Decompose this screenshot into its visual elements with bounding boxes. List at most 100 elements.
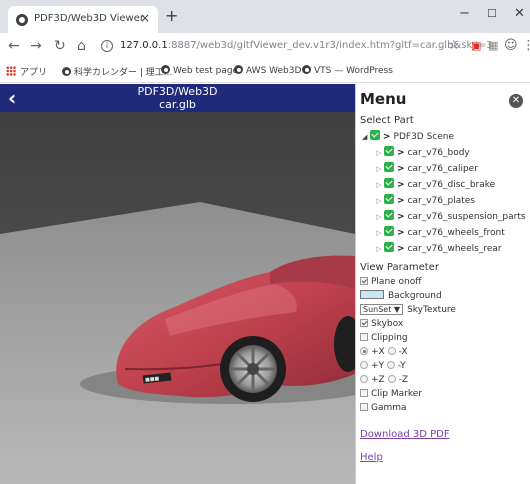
chevron-right-icon: > xyxy=(397,212,405,222)
bookmark-item[interactable]: AWS Web3D xyxy=(234,65,301,76)
part-checkbox[interactable] xyxy=(384,242,394,252)
radio-minus-z[interactable] xyxy=(387,375,396,383)
chevron-right-icon: > xyxy=(397,164,405,174)
part-label: car_v76_caliper xyxy=(407,164,478,174)
clip-marker-option[interactable]: Clip Marker xyxy=(360,389,422,400)
part-checkbox[interactable] xyxy=(384,194,394,204)
tree-root[interactable]: ◢ > PDF3D Scene xyxy=(362,130,454,142)
bookmark-item[interactable]: 科学カレンダー | 理工... xyxy=(62,65,172,78)
extension-pocket-icon[interactable]: ▣ xyxy=(471,39,481,53)
browser-tab[interactable]: PDF3D/Web3D Viewer × xyxy=(8,6,158,33)
back-arrow-icon[interactable]: ← xyxy=(8,39,20,53)
bookmark-label: 科学カレンダー | 理工... xyxy=(74,68,173,78)
part-checkbox[interactable] xyxy=(370,130,380,140)
address-bar[interactable]: 127.0.0.1:8887/web3d/gltfViewer_dev.v1r3… xyxy=(120,40,493,51)
plane-onoff-option[interactable]: Plane onoff xyxy=(360,277,421,288)
sky-select-value: SunSet xyxy=(363,305,392,314)
collapse-triangle-icon[interactable]: ▷ xyxy=(376,195,384,207)
dropdown-triangle-icon: ▼ xyxy=(393,305,401,314)
radio-minus-x[interactable] xyxy=(387,347,396,355)
minus-y-label: -Y xyxy=(397,361,406,371)
chevron-right-icon: > xyxy=(397,180,405,190)
collapse-triangle-icon[interactable]: ▷ xyxy=(376,227,384,239)
bookmark-star-icon[interactable]: ☆ xyxy=(448,39,460,53)
tree-item-part[interactable]: ▷ > car_v76_wheels_rear xyxy=(376,242,502,254)
skybox-label: Skybox xyxy=(371,319,404,329)
globe-icon xyxy=(234,65,243,74)
site-info-icon[interactable]: i xyxy=(101,40,113,52)
part-checkbox[interactable] xyxy=(384,226,394,236)
bookmark-item[interactable]: VTS — WordPress xyxy=(302,65,393,76)
tree-item-part[interactable]: ▷ > car_v76_disc_brake xyxy=(376,178,495,190)
part-label: car_v76_wheels_rear xyxy=(407,244,502,254)
sky-texture-select[interactable]: SunSet ▼ xyxy=(360,304,404,315)
clipping-checkbox[interactable] xyxy=(360,333,368,341)
sky-texture-option[interactable]: SunSet ▼ SkyTexture xyxy=(360,304,456,315)
url-host: 127.0.0.1 xyxy=(120,40,168,51)
menu-close-icon[interactable]: ✕ xyxy=(509,94,523,108)
clip-axis-x[interactable]: +X -X xyxy=(360,347,408,358)
radio-plus-z[interactable] xyxy=(360,375,368,383)
globe-icon xyxy=(302,65,311,74)
globe-icon xyxy=(161,65,170,74)
radio-minus-y[interactable] xyxy=(386,361,395,369)
tree-item-part[interactable]: ▷ > car_v76_body xyxy=(376,146,470,158)
header-title: PDF3D/Web3D xyxy=(137,85,218,98)
collapse-triangle-icon[interactable]: ▷ xyxy=(376,211,384,223)
skybox-checkbox[interactable] xyxy=(360,319,368,327)
gamma-option[interactable]: Gamma xyxy=(360,403,407,414)
extension-icon[interactable]: ▦ xyxy=(488,39,498,53)
tree-root-label: PDF3D Scene xyxy=(393,132,455,142)
part-label: car_v76_wheels_front xyxy=(407,228,505,238)
background-label: Background xyxy=(388,291,442,301)
new-tab-button[interactable]: + xyxy=(165,8,178,24)
part-checkbox[interactable] xyxy=(384,210,394,220)
background-color-swatch[interactable] xyxy=(360,290,384,299)
close-window-button[interactable]: ✕ xyxy=(514,7,525,21)
tree-item-part[interactable]: ▷ > car_v76_wheels_front xyxy=(376,226,505,238)
forward-arrow-icon[interactable]: → xyxy=(30,39,42,53)
radio-plus-y[interactable] xyxy=(360,361,368,369)
clip-axis-y[interactable]: +Y -Y xyxy=(360,361,406,372)
minimize-button[interactable]: − xyxy=(459,7,470,21)
chevron-right-icon: > xyxy=(397,148,405,158)
collapse-triangle-icon[interactable]: ▷ xyxy=(376,243,384,255)
radio-plus-x[interactable] xyxy=(360,347,368,355)
background-option[interactable]: Background xyxy=(360,290,442,301)
help-link[interactable]: Help xyxy=(360,452,383,463)
collapse-triangle-icon[interactable]: ▷ xyxy=(376,179,384,191)
part-checkbox[interactable] xyxy=(384,146,394,156)
clip-marker-checkbox[interactable] xyxy=(360,389,368,397)
profile-avatar-icon[interactable]: ☺ xyxy=(504,39,518,53)
collapse-triangle-icon[interactable]: ▷ xyxy=(376,163,384,175)
clipping-label: Clipping xyxy=(371,333,408,343)
plus-x-label: +X xyxy=(371,347,385,357)
download-3d-pdf-link[interactable]: Download 3D PDF xyxy=(360,429,450,440)
home-icon[interactable]: ⌂ xyxy=(77,39,86,53)
gamma-checkbox[interactable] xyxy=(360,403,368,411)
tree-item-part[interactable]: ▷ > car_v76_plates xyxy=(376,194,475,206)
reload-icon[interactable]: ↻ xyxy=(54,39,66,53)
plane-checkbox[interactable] xyxy=(360,277,368,285)
chevron-right-icon: > xyxy=(397,196,405,206)
3d-viewport[interactable]: ■■■ xyxy=(0,84,355,484)
bookmark-label: Web test page. xyxy=(173,66,241,76)
expand-triangle-icon[interactable]: ◢ xyxy=(362,131,370,143)
clipping-option[interactable]: Clipping xyxy=(360,333,408,344)
bookmark-apps[interactable]: アプリ xyxy=(6,65,47,78)
kebab-menu-icon[interactable]: ⋮ xyxy=(522,39,530,53)
tab-favicon-icon xyxy=(16,14,28,26)
collapse-triangle-icon[interactable]: ▷ xyxy=(376,147,384,159)
plus-y-label: +Y xyxy=(371,361,385,371)
tree-item-part[interactable]: ▷ > car_v76_caliper xyxy=(376,162,478,174)
skybox-option[interactable]: Skybox xyxy=(360,319,403,330)
restore-button[interactable]: ☐ xyxy=(487,7,497,21)
part-checkbox[interactable] xyxy=(384,162,394,172)
menu-title: Menu xyxy=(360,90,407,108)
bookmark-item[interactable]: Web test page. xyxy=(161,65,241,76)
part-checkbox[interactable] xyxy=(384,178,394,188)
tree-item-part[interactable]: ▷ > car_v76_suspension_parts xyxy=(376,210,526,222)
clip-axis-z[interactable]: +Z -Z xyxy=(360,375,408,386)
bookmark-label: VTS — WordPress xyxy=(314,66,393,76)
tab-close-icon[interactable]: × xyxy=(140,11,150,25)
